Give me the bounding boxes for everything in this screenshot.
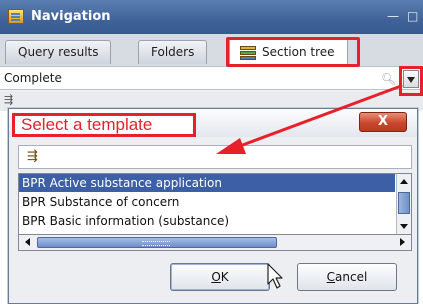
- horizontal-scrollbar[interactable]: [18, 235, 412, 251]
- tab-label: Folders: [151, 45, 195, 59]
- filter-value: Complete: [4, 71, 62, 85]
- navigation-titlebar: Navigation — □: [0, 0, 423, 34]
- magnifier-icon: 🔍︎: [381, 72, 397, 86]
- tab-strip: Query results Folders Section tree: [0, 34, 423, 66]
- tab-section-tree[interactable]: Section tree: [229, 38, 348, 66]
- filter-icon[interactable]: ⇶: [4, 93, 13, 106]
- dialog-toolbar: ⇶: [18, 145, 412, 169]
- dialog-titlebar: Select a template X: [9, 109, 417, 137]
- scroll-down-icon[interactable]: [400, 224, 408, 229]
- dropdown-button[interactable]: [403, 70, 419, 88]
- template-list[interactable]: BPR Active substance application BPR Sub…: [18, 173, 412, 235]
- tab-query-results[interactable]: Query results: [5, 40, 112, 64]
- close-button[interactable]: X: [359, 112, 407, 132]
- vertical-scrollbar[interactable]: [396, 174, 411, 234]
- list-item[interactable]: BPR Active substance application: [19, 174, 395, 192]
- list-item[interactable]: BPR Substance of concern: [19, 193, 395, 211]
- horizontal-scroll-thumb[interactable]: [37, 237, 277, 248]
- tab-folders[interactable]: Folders: [138, 40, 208, 64]
- scroll-right-icon[interactable]: [400, 238, 405, 246]
- minimize-icon[interactable]: —: [387, 10, 399, 22]
- template-filter-combo[interactable]: Complete 🔍︎: [0, 66, 423, 90]
- scroll-up-icon[interactable]: [400, 179, 408, 184]
- tab-label: Section tree: [262, 45, 335, 59]
- navigation-window-icon: [8, 9, 24, 24]
- filter-icon[interactable]: ⇶: [27, 149, 38, 164]
- cancel-label: Cancel: [326, 270, 368, 284]
- scroll-left-icon[interactable]: [25, 238, 30, 246]
- books-icon: [240, 46, 256, 60]
- close-icon: X: [377, 114, 389, 129]
- ok-label: OK: [211, 270, 229, 284]
- select-template-dialog: Select a template X ⇶ BPR Active substan…: [8, 108, 418, 304]
- vertical-scroll-thumb[interactable]: [398, 192, 410, 214]
- cancel-button[interactable]: Cancel: [297, 263, 397, 291]
- ok-button[interactable]: OK: [170, 263, 270, 291]
- list-item[interactable]: BPR Basic information (substance): [19, 212, 395, 230]
- restore-icon[interactable]: □: [407, 10, 418, 22]
- tab-label: Query results: [18, 45, 99, 59]
- dialog-title: Select a template: [12, 113, 196, 137]
- navigation-title: Navigation: [31, 9, 111, 24]
